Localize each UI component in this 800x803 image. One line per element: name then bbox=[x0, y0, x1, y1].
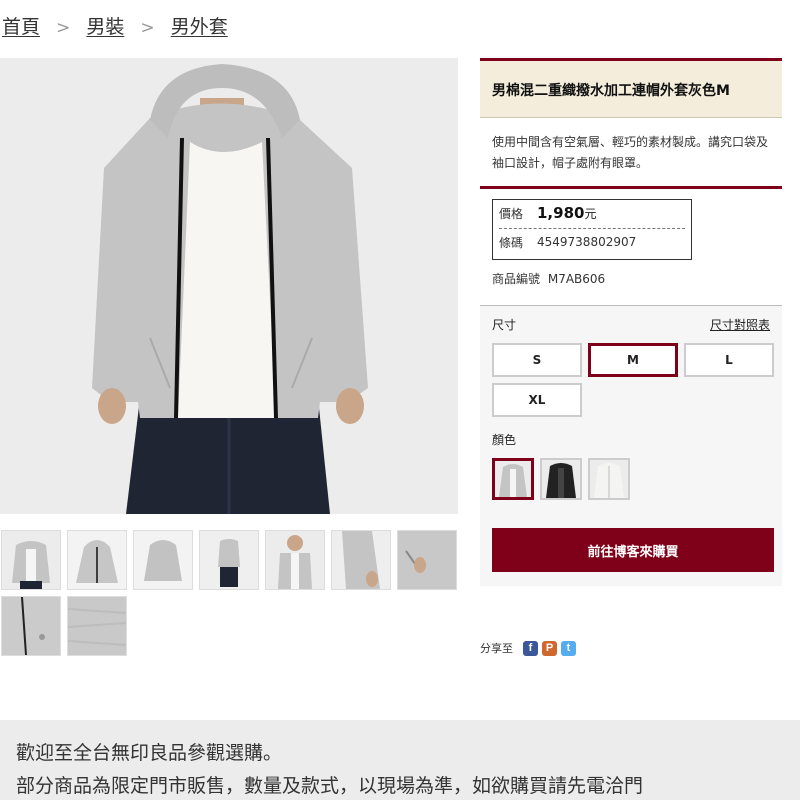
color-options bbox=[492, 458, 774, 500]
gray-hoodie-swatch[interactable] bbox=[492, 458, 534, 500]
black-hoodie-swatch[interactable] bbox=[540, 458, 582, 500]
main-product-image bbox=[0, 58, 458, 514]
price-box: 價格 1,980 元 條碼 4549738802907 bbox=[492, 199, 692, 260]
size-option-s[interactable]: S bbox=[492, 343, 582, 377]
thumbnail[interactable] bbox=[397, 530, 457, 590]
product-number-value: M7AB606 bbox=[547, 272, 606, 286]
breadcrumb-men-link[interactable]: 男裝 bbox=[86, 16, 124, 38]
breadcrumb-separator: > bbox=[56, 18, 71, 38]
product-title-box: 男棉混二重織撥水加工連帽外套灰色M bbox=[480, 58, 782, 117]
product-description-box: 使用中間含有空氣層、輕巧的素材製成。講究口袋及袖口設計，帽子處附有眼罩。 bbox=[480, 117, 782, 189]
thumbnail[interactable] bbox=[331, 530, 391, 590]
breadcrumb-separator: > bbox=[140, 18, 155, 38]
product-description: 使用中間含有空氣層、輕巧的素材製成。講究口袋及袖口設計，帽子處附有眼罩。 bbox=[492, 135, 769, 170]
breadcrumb-outerwear-link[interactable]: 男外套 bbox=[171, 16, 228, 38]
twitter-icon[interactable]: t bbox=[561, 640, 576, 656]
barcode-row: 條碼 4549738802907 bbox=[499, 228, 685, 253]
product-number: 商品編號 M7AB606 bbox=[492, 270, 782, 287]
color-label: 顏色 bbox=[492, 433, 517, 447]
size-options: S M L XL bbox=[492, 343, 774, 417]
thumbnail[interactable] bbox=[1, 530, 61, 590]
size-label: 尺寸 bbox=[492, 318, 517, 332]
store-notice: 歡迎至全台無印良品參觀選購。 部分商品為限定門市販售，數量及款式，以現場為準，如… bbox=[0, 720, 800, 800]
thumbnail[interactable] bbox=[67, 596, 127, 656]
size-option-m[interactable]: M bbox=[588, 343, 678, 377]
product-info-panel: 男棉混二重織撥水加工連帽外套灰色M 使用中間含有空氣層、輕巧的素材製成。講究口袋… bbox=[480, 58, 782, 586]
share-label: 分享至 bbox=[480, 642, 513, 655]
product-number-label: 商品編號 bbox=[492, 272, 541, 286]
size-option-l[interactable]: L bbox=[684, 343, 774, 377]
option-selector: 尺寸 尺寸對照表 S M L XL 顏色 前往博客來購買 bbox=[480, 305, 782, 586]
white-hoodie-swatch[interactable] bbox=[588, 458, 630, 500]
size-chart-link[interactable]: 尺寸對照表 bbox=[710, 316, 770, 333]
notice-line-1: 歡迎至全台無印良品參觀選購。 bbox=[16, 742, 283, 764]
thumbnail[interactable] bbox=[1, 596, 61, 656]
price-row: 價格 1,980 元 bbox=[499, 204, 685, 228]
thumbnail[interactable] bbox=[199, 530, 259, 590]
size-option-xl[interactable]: XL bbox=[492, 383, 582, 417]
buy-button[interactable]: 前往博客來購買 bbox=[492, 528, 774, 572]
price-unit: 元 bbox=[584, 207, 597, 221]
breadcrumb-home-link[interactable]: 首頁 bbox=[2, 16, 40, 38]
plurk-icon[interactable]: P bbox=[542, 640, 557, 656]
facebook-icon[interactable]: f bbox=[523, 640, 538, 656]
notice-line-2: 部分商品為限定門市販售，數量及款式，以現場為準，如欲購買請先電洽門 bbox=[16, 775, 644, 797]
thumbnail[interactable] bbox=[67, 530, 127, 590]
price-label: 價格 bbox=[499, 207, 524, 221]
thumbnail[interactable] bbox=[133, 530, 193, 590]
breadcrumb: 首頁 > 男裝 > 男外套 bbox=[2, 12, 228, 39]
share-bar: 分享至 f P t bbox=[480, 640, 576, 656]
price-value: 1,980 bbox=[537, 204, 585, 222]
size-header: 尺寸 尺寸對照表 bbox=[492, 316, 774, 333]
model-wearing-hoodie-photo bbox=[0, 58, 458, 514]
barcode-label: 條碼 bbox=[499, 235, 524, 250]
product-title: 男棉混二重織撥水加工連帽外套灰色M bbox=[492, 83, 730, 99]
barcode-value: 4549738802907 bbox=[537, 235, 637, 249]
thumbnail[interactable] bbox=[265, 530, 325, 590]
